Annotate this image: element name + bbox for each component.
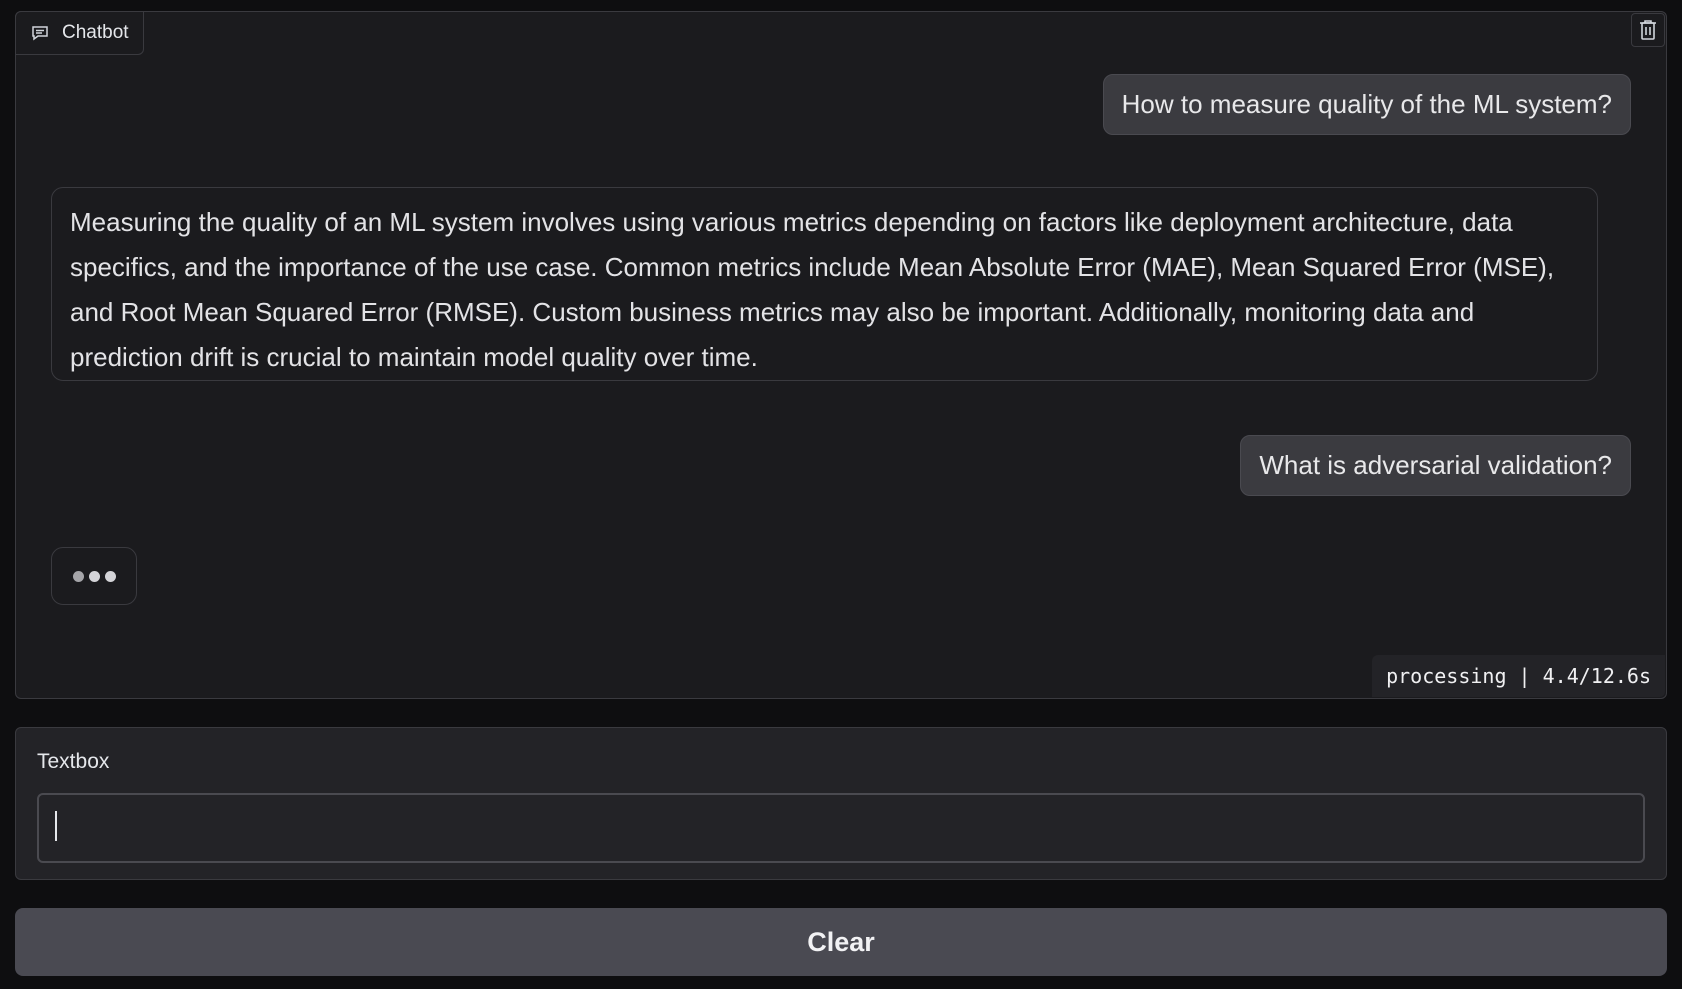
chatbot-label: Chatbot [15,11,144,55]
textbox-block: Textbox [15,727,1667,880]
typing-dot [88,570,100,582]
typing-dot [104,570,116,582]
message-input[interactable] [37,793,1645,863]
clear-button[interactable]: Clear [15,908,1667,976]
user-message: How to measure quality of the ML system? [1102,74,1631,135]
trash-icon [1638,19,1658,41]
chat-bubble-icon [30,23,50,43]
typing-indicator [51,547,137,605]
bot-message: Measuring the quality of an ML system in… [51,187,1598,381]
textbox-label: Textbox [37,750,110,773]
clear-chat-button[interactable] [1631,13,1665,47]
chatbot-panel: Chatbot How to measure quality of the ML… [15,11,1667,699]
text-caret [55,811,57,841]
typing-dot [72,570,84,582]
processing-status: processing | 4.4/12.6s [1372,655,1665,697]
chatbot-label-text: Chatbot [62,22,129,43]
user-message: What is adversarial validation? [1240,435,1631,496]
